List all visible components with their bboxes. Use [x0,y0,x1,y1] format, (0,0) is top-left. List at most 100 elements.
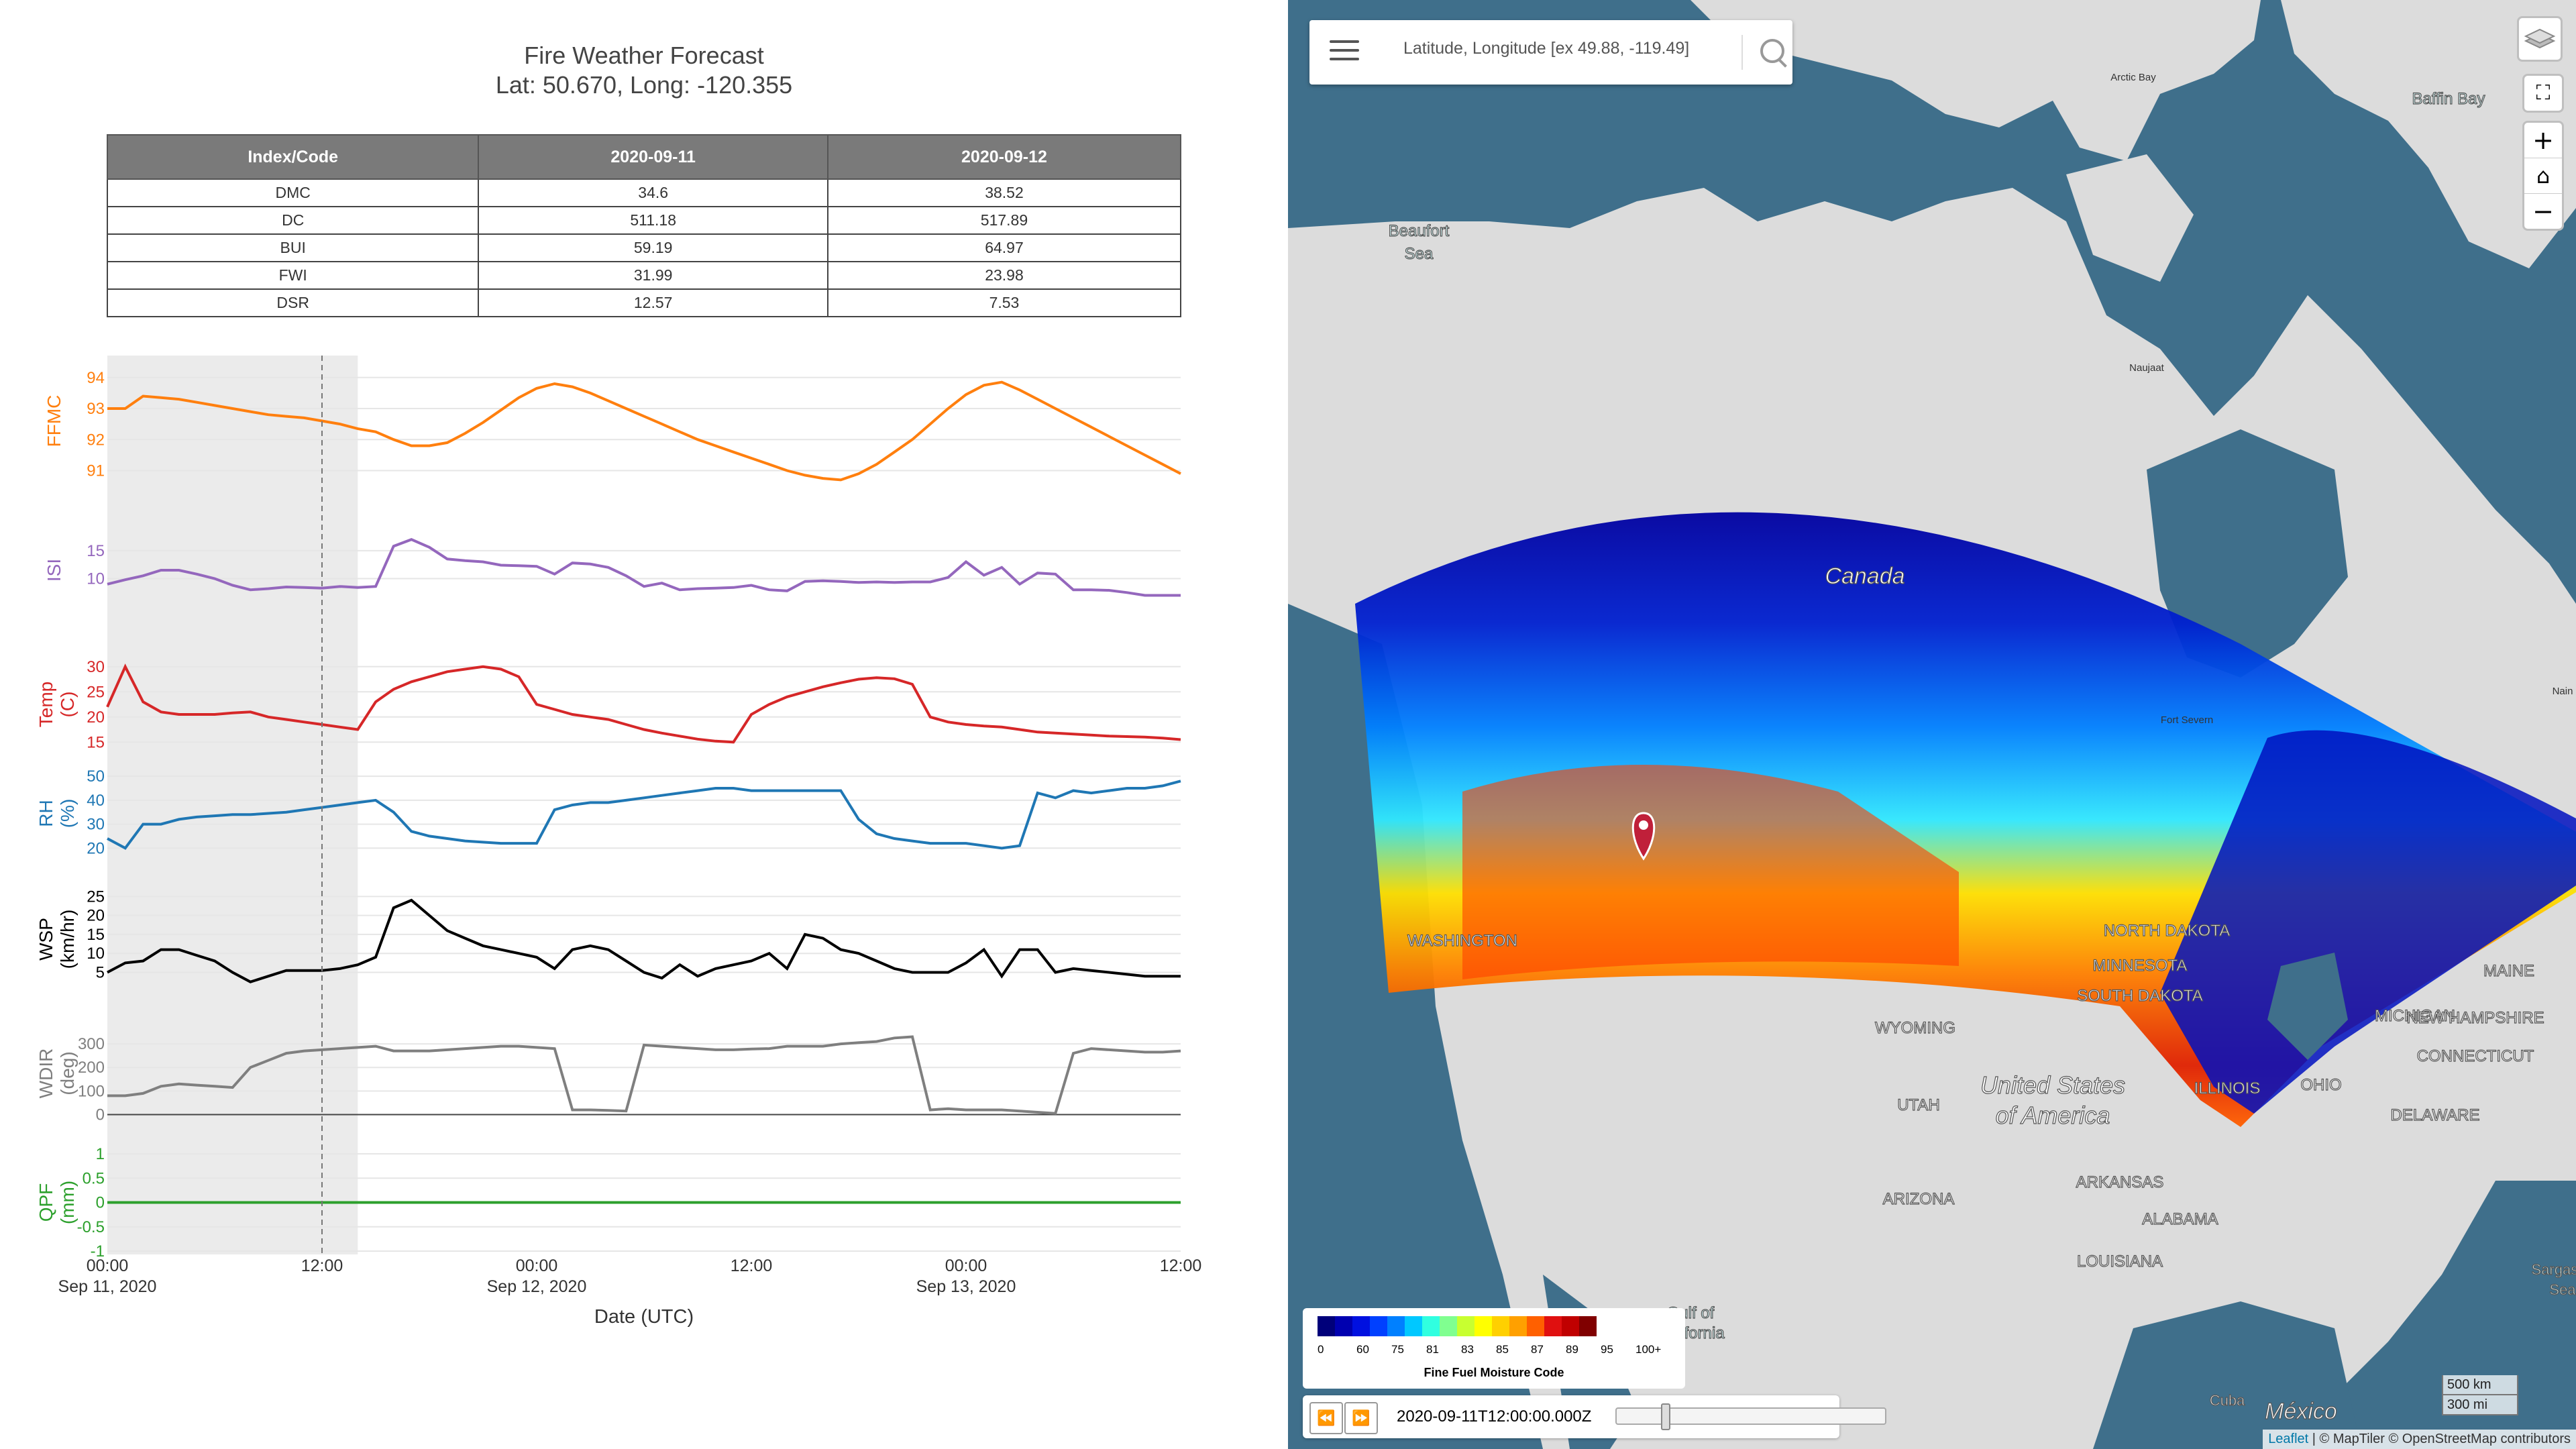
zoom-in-button[interactable]: + [2524,123,2562,158]
forecast-charts[interactable]: 91929394FFMC1015ISI15202530Temp(C)203040… [0,0,1288,1449]
map-label: OHIO [2300,1076,2341,1094]
map-panel[interactable]: Canada United States of America México WASHI… [1288,0,2576,1449]
y-tick-label: 93 [87,400,105,418]
y-tick-label: 200 [78,1059,105,1077]
y-tick-label: 1 [96,1145,105,1163]
legend-swatch [1352,1316,1370,1336]
search-input[interactable]: Latitude, Longitude [ex 49.88, -119.49] [1403,39,1689,58]
y-tick-label: 25 [87,888,105,906]
ffmc-legend: 0 60 75 81 83 85 87 89 95 100+ Fine Fuel Moisture… [1303,1308,1685,1389]
search-bar[interactable]: Latitude, Longitude [ex 49.88, -119.49] [1309,20,1792,85]
legend-swatch [1335,1316,1352,1336]
time-control[interactable]: ⏪ ⏩ 2020-09-11T12:00:00.000Z [1303,1395,1886,1438]
y-tick-label: 30 [87,816,105,834]
map-label: Sea [1405,245,1434,263]
legend-tick: 0 [1318,1343,1324,1356]
step-back-button[interactable]: ⏪ [1309,1402,1343,1434]
map-label: SOUTH DAKOTA [2077,987,2203,1005]
map-label: Canada [1825,564,1904,589]
map-label: ARKANSAS [2076,1173,2164,1191]
y-tick-label: 20 [87,907,105,925]
map-label: Fort Severn [2161,714,2213,726]
search-icon[interactable] [1760,39,1784,63]
legend-swatch [1579,1316,1597,1336]
map-label: Sea [2549,1281,2576,1298]
map-label: CONNECTICUT [2417,1047,2534,1065]
x-tick-label: 12:00 [731,1256,773,1275]
map-label: MINNESOTA [2093,957,2188,975]
y-tick-label: 5 [96,964,105,982]
fullscreen-icon: ⛶ [2536,81,2551,105]
forecast-past-shade [107,356,358,1254]
legend-tick: 81 [1426,1343,1439,1356]
map-scale: 500 km 300 mi [2442,1375,2518,1415]
fullscreen-button[interactable]: ⛶ [2522,74,2564,113]
legend-tick: 60 [1356,1343,1369,1356]
time-slider-thumb[interactable] [1661,1403,1670,1430]
y-axis-label-qpf: QPF(mm) [36,1181,78,1224]
y-tick-label: 100 [78,1082,105,1100]
menu-icon[interactable] [1330,40,1359,64]
y-axis-label-temp: Temp(C) [36,682,78,727]
map-label: LOUISIANA [2077,1252,2163,1271]
map-label: Arctic Bay [2110,72,2156,83]
zoom-controls[interactable]: + ⌂ − [2522,121,2564,231]
legend-swatch [1318,1316,1335,1336]
y-axis-label-rh: RH(%) [36,799,78,828]
legend-tick: 83 [1461,1343,1474,1356]
legend-swatch [1492,1316,1509,1336]
map-label: Cuba [2210,1392,2245,1409]
layers-button[interactable] [2517,16,2563,62]
scale-km: 500 km [2442,1375,2518,1395]
y-tick-label: 94 [87,369,105,387]
scale-mi: 300 mi [2442,1395,2518,1415]
legend-tick: 85 [1496,1343,1509,1356]
y-tick-label: 15 [87,926,105,944]
map-label: NEW HAMPSHIRE [2406,1009,2544,1027]
leaflet-link[interactable]: Leaflet [2268,1432,2308,1446]
map-label: WYOMING [1875,1019,1955,1037]
legend-tick: 89 [1566,1343,1578,1356]
zoom-out-button[interactable]: − [2524,194,2562,229]
map-label: Baffin Bay [2412,90,2485,108]
legend-swatch [1422,1316,1440,1336]
map-label: WASHINGTON [1407,932,1517,950]
map-label: MAINE [2483,962,2534,980]
home-icon[interactable]: ⌂ [2524,158,2562,194]
fire-weather-map[interactable]: Canada United States of America México WASHI… [1288,0,2576,1449]
legend-tick: 87 [1531,1343,1544,1356]
forecast-panel: Fire Weather Forecast Lat: 50.670, Long:… [0,0,1288,1449]
time-slider[interactable] [1615,1407,1886,1425]
y-tick-label: -0.5 [77,1218,105,1236]
y-tick-label: 0 [96,1194,105,1212]
x-tick-date: Sep 11, 2020 [58,1277,157,1296]
step-forward-button[interactable]: ⏩ [1344,1402,1378,1434]
y-tick-label: 30 [87,658,105,676]
x-tick-label: 00:00 [516,1256,558,1275]
search-divider [1741,35,1743,70]
map-label: Nain [2553,686,2573,697]
attribution: Leaflet | © MapTiler © OpenStreetMap con… [2263,1430,2576,1449]
y-tick-label: 20 [87,839,105,857]
y-tick-label: 20 [87,708,105,727]
x-tick-label: 00:00 [87,1256,129,1275]
y-tick-label: 15 [87,733,105,751]
map-label: United States [1980,1071,2125,1099]
y-tick-label: 0.5 [83,1169,105,1187]
legend-swatch [1387,1316,1405,1336]
legend-color-bar [1318,1316,1597,1336]
map-label: ARIZONA [1883,1190,1955,1208]
y-tick-label: 40 [87,792,105,810]
legend-swatch [1527,1316,1544,1336]
y-tick-label: 15 [87,542,105,560]
legend-tick: 95 [1601,1343,1613,1356]
legend-swatch [1562,1316,1579,1336]
legend-tick: 100+ [1635,1343,1662,1356]
x-tick-date: Sep 12, 2020 [487,1277,587,1296]
y-tick-label: 0 [96,1106,105,1124]
attribution-text: | © MapTiler © OpenStreetMap contributor… [2308,1432,2571,1446]
map-label: DELAWARE [2391,1106,2480,1124]
y-axis-label-ffmc: FFMC [44,395,64,447]
layers-icon [2524,28,2556,49]
x-tick-label: 12:00 [1160,1256,1202,1275]
